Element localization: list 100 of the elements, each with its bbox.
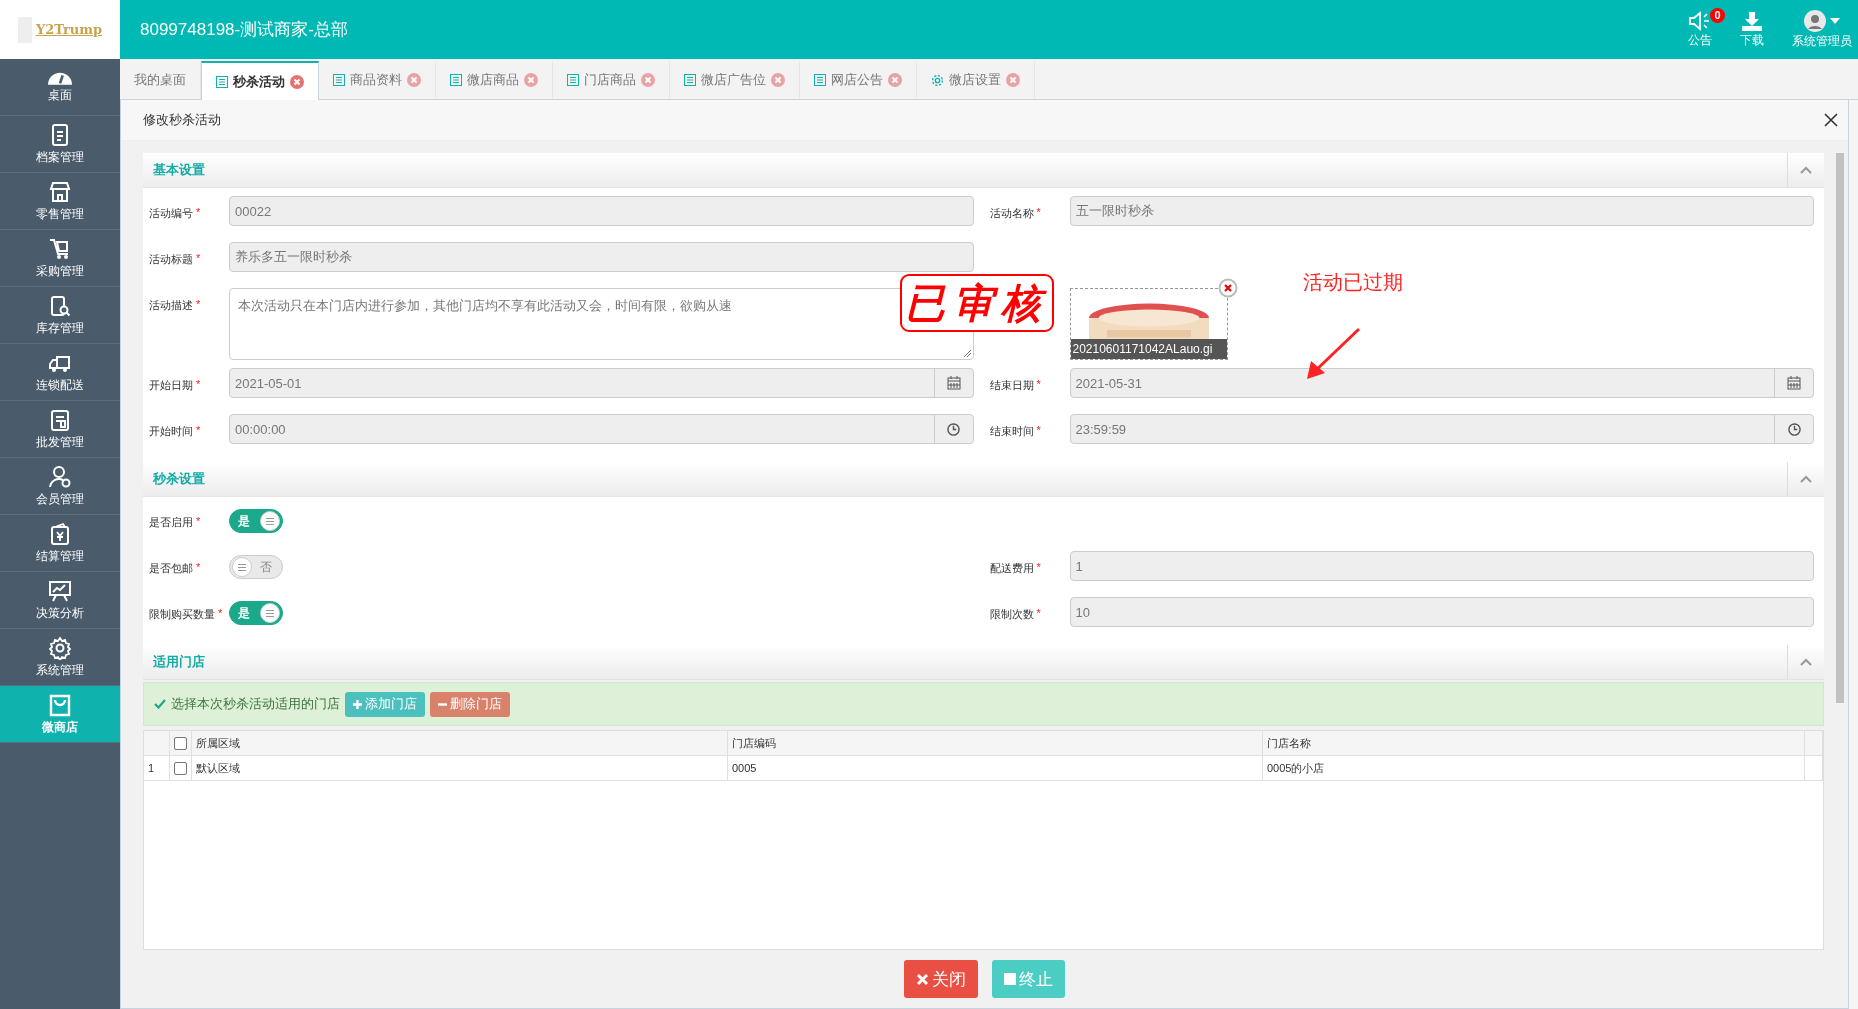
person-icon [48, 464, 72, 489]
toggle-switch[interactable]: 是 [229, 509, 283, 533]
clipboard-icon [48, 407, 72, 432]
toggle-switch[interactable]: 否 [229, 555, 283, 579]
field-label: 活动编号 [149, 206, 193, 221]
list-icon [814, 74, 826, 86]
field-label: 开始时间 [149, 424, 193, 439]
required-mark: * [196, 515, 201, 529]
input-field[interactable]: 00022 [229, 196, 974, 226]
wallet-icon [48, 521, 72, 546]
tab[interactable]: 商品资料 [319, 61, 436, 99]
field-label: 活动名称 [989, 206, 1034, 221]
list-icon [567, 74, 579, 86]
input-field[interactable]: 养乐多五一限时秒杀 [229, 242, 974, 272]
grip-lines-icon [266, 609, 274, 617]
toggle-switch[interactable]: 是 [229, 601, 283, 625]
input-field[interactable]: 10 [1069, 597, 1814, 627]
tab[interactable]: 网店公告 [800, 61, 917, 99]
app-title: 8099748198-测试商家-总部 [140, 19, 349, 41]
settings-icon [48, 635, 72, 660]
required-mark: * [196, 252, 201, 266]
approved-stamp: 已审核 [900, 274, 1054, 332]
avatar-icon[interactable] [1804, 9, 1826, 32]
required-mark: * [1036, 424, 1041, 438]
required-mark: * [1036, 561, 1041, 575]
gauge-icon [48, 70, 72, 85]
input-field[interactable]: 1 [1069, 551, 1814, 581]
tab[interactable]: 门店商品 [553, 61, 670, 99]
speaker-icon[interactable] [1688, 10, 1712, 31]
time-field[interactable]: 00:00:00 [229, 414, 974, 444]
chevron-icon [1800, 166, 1812, 174]
section-title: 适用门店 [153, 653, 205, 671]
notice-label[interactable]: 公告 [1688, 31, 1712, 49]
hint-text: 选择本次秒杀活动适用的门店 [171, 695, 340, 713]
bag-icon [48, 692, 72, 717]
sidebar-item[interactable]: 微商店 [0, 686, 120, 743]
time-field[interactable]: 23:59:59 [1069, 414, 1814, 444]
field-label: 结束日期 [989, 378, 1034, 393]
checkbox[interactable] [174, 736, 187, 750]
close-icon[interactable] [1824, 113, 1838, 127]
required-mark: * [196, 298, 201, 312]
logo-text: Y2Trump [35, 22, 103, 37]
caret-icon[interactable] [1830, 17, 1840, 24]
plus-icon [353, 699, 362, 709]
close-button[interactable]: 关闭 [904, 960, 978, 998]
annotation-text: 活动已过期 [1303, 270, 1403, 295]
required-mark: * [218, 607, 223, 621]
column-header: 门店编码 [728, 731, 1263, 755]
input-field[interactable]: 五一限时秒杀 [1069, 196, 1814, 226]
date-field[interactable]: 2021-05-31 [1069, 368, 1814, 398]
remove-icon[interactable] [1217, 278, 1238, 298]
date-field[interactable]: 2021-05-01 [229, 368, 974, 398]
calendar-icon [946, 376, 961, 390]
required-mark: * [196, 206, 201, 220]
field-label: 开始日期 [149, 378, 193, 393]
list-icon [216, 75, 228, 88]
close-icon [916, 972, 929, 986]
field-label: 是否包邮 [149, 561, 193, 576]
table-cell: 0005 [728, 756, 1263, 780]
grip-lines-icon [266, 517, 274, 525]
chart-icon [48, 578, 72, 603]
required-mark: * [196, 378, 201, 392]
table-cell: 默认区域 [192, 756, 728, 780]
field-label: 是否启用 [149, 515, 193, 530]
user-label[interactable]: 系统管理员 [1792, 32, 1852, 50]
field-label: 限制次数 [989, 607, 1034, 622]
field-label: 限制购买数量 [149, 607, 215, 622]
tab[interactable]: 微店广告位 [670, 61, 800, 99]
download-icon[interactable] [1741, 10, 1763, 31]
file-name: 20210601171042ALauo.gi [1070, 339, 1227, 359]
tab[interactable]: 微店商品 [436, 61, 553, 99]
field-label: 配送费用 [989, 561, 1034, 576]
delete-store-button[interactable]: 删除门店 [430, 691, 510, 717]
chevron-icon [1800, 475, 1812, 483]
tab[interactable]: 微店设置 [917, 61, 1035, 99]
field-label: 结束时间 [989, 424, 1034, 439]
required-mark: * [1036, 607, 1041, 621]
section-title: 基本设置 [153, 161, 205, 179]
checkbox[interactable] [174, 761, 187, 775]
field-label: 活动标题 [149, 252, 193, 267]
column-header: 门店名称 [1263, 731, 1805, 755]
add-store-button[interactable]: 添加门店 [345, 691, 425, 717]
notice-badge: 0 [1710, 7, 1725, 23]
section-title: 秒杀设置 [153, 470, 205, 488]
clipboard-search-icon [48, 293, 72, 318]
resize-grip-icon[interactable] [963, 350, 971, 357]
required-mark: * [196, 561, 201, 575]
table-cell: 0005的小店 [1263, 756, 1805, 780]
field-label: 活动描述 [149, 298, 193, 313]
required-mark: * [196, 424, 201, 438]
column-header: 所属区域 [192, 731, 728, 755]
grip-lines-icon [238, 563, 246, 571]
calendar-icon [1787, 376, 1801, 390]
store-icon [48, 179, 72, 204]
tab[interactable]: 秒杀活动 [201, 61, 319, 100]
clock-icon [947, 422, 960, 436]
settings-icon [931, 73, 944, 87]
required-mark: * [1036, 206, 1041, 220]
square-icon [1004, 973, 1016, 985]
download-label[interactable]: 下载 [1740, 31, 1764, 49]
